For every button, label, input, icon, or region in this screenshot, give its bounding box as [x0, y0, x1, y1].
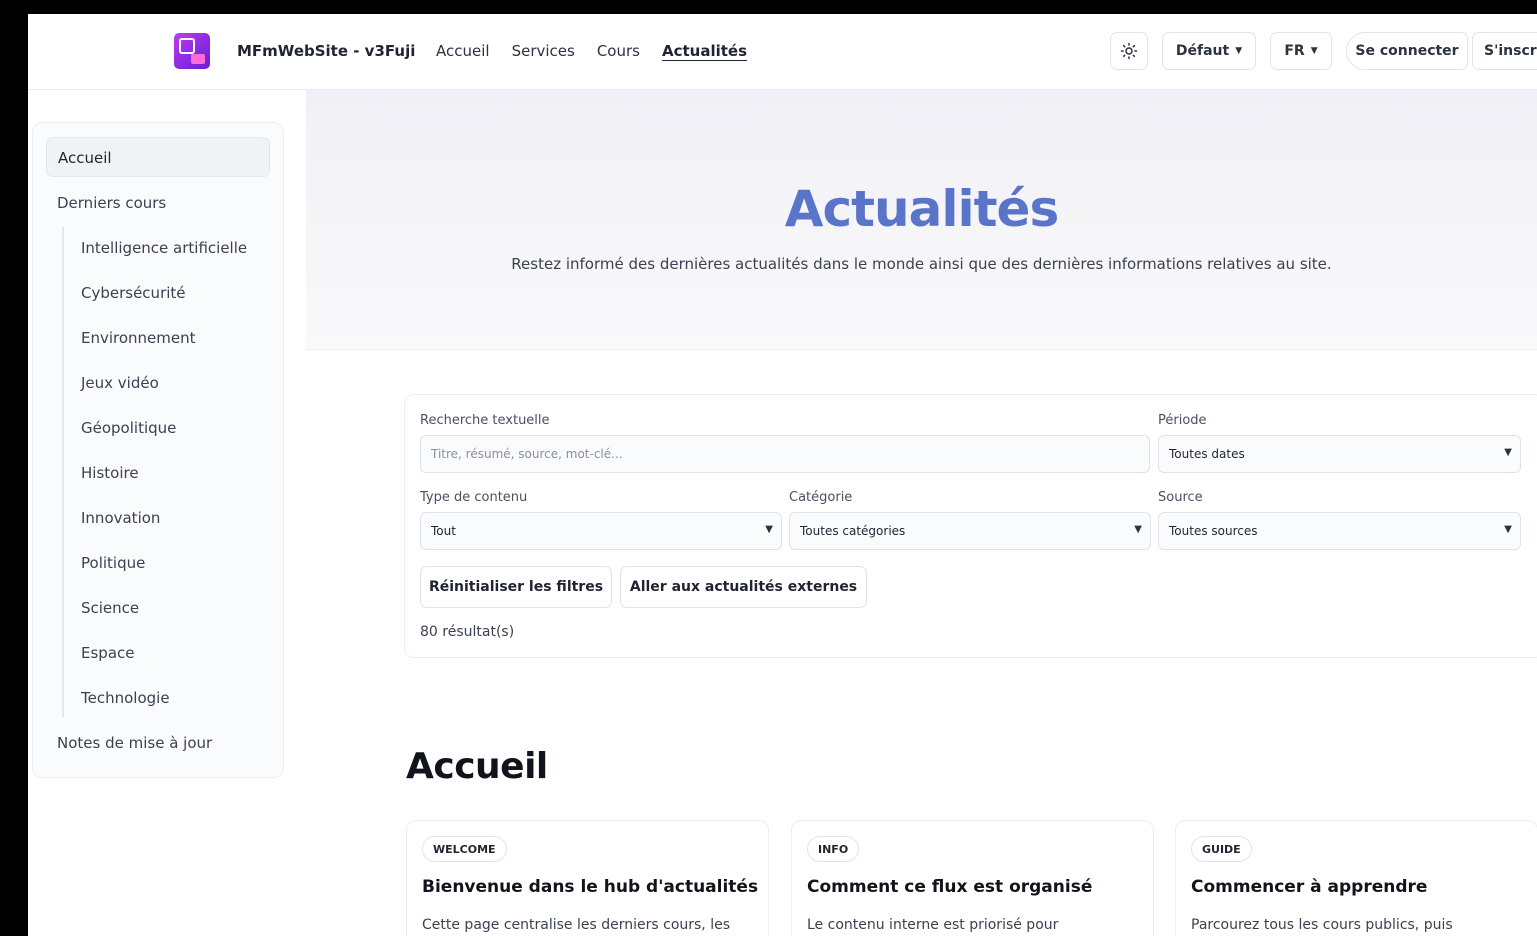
chevron-down-icon: ▼ — [1504, 524, 1512, 535]
chevron-down-icon: ▼ — [1310, 46, 1318, 56]
card-title[interactable]: Comment ce flux est organisé — [807, 877, 1092, 897]
category-select[interactable]: Toutes catégories ▼ — [789, 512, 1151, 550]
card-text: Parcourez tous les cours publics, puis — [1191, 917, 1453, 933]
news-card[interactable]: INFO Comment ce flux est organisé Le con… — [791, 820, 1154, 936]
period-label: Période — [1158, 413, 1207, 428]
sidebar-item-category[interactable]: Environnement — [81, 329, 196, 347]
chevron-down-icon: ▼ — [765, 524, 773, 535]
card-badge: WELCOME — [422, 836, 507, 862]
sun-icon — [1120, 42, 1138, 60]
nav-actualites[interactable]: Actualités — [662, 42, 747, 60]
sidebar-item-category[interactable]: Science — [81, 599, 139, 617]
search-input[interactable]: Titre, résumé, source, mot-clé... — [420, 435, 1150, 473]
sidebar-item-category[interactable]: Intelligence artificielle — [81, 239, 247, 257]
card-text: Cette page centralise les derniers cours… — [422, 917, 731, 933]
page-title: Actualités — [784, 180, 1059, 238]
sidebar-item-category[interactable]: Histoire — [81, 464, 139, 482]
sidebar: Accueil Derniers cours Intelligence arti… — [32, 122, 284, 778]
sidebar-item-accueil[interactable]: Accueil — [46, 137, 270, 177]
news-card[interactable]: WELCOME Bienvenue dans le hub d'actualit… — [406, 820, 769, 936]
chevron-down-icon: ▼ — [1235, 46, 1243, 56]
source-select-value: Toutes sources — [1169, 524, 1258, 538]
main-nav: Accueil Services Cours Actualités — [436, 42, 747, 60]
nav-services[interactable]: Services — [512, 42, 575, 60]
sidebar-item-derniers-cours[interactable]: Derniers cours — [57, 194, 166, 212]
theme-select-button[interactable]: Défaut ▼ — [1162, 32, 1256, 70]
top-navigation-bar: MFmWebSite - v3Fuji Accueil Services Cou… — [28, 14, 1537, 90]
nav-accueil[interactable]: Accueil — [436, 42, 490, 60]
card-title[interactable]: Commencer à apprendre — [1191, 877, 1427, 897]
app-window: MFmWebSite - v3Fuji Accueil Services Cou… — [28, 14, 1537, 936]
login-button[interactable]: Se connecter — [1346, 32, 1468, 70]
chevron-down-icon: ▼ — [1504, 447, 1512, 458]
theme-select-label: Défaut — [1175, 43, 1230, 59]
chevron-down-icon: ▼ — [1134, 524, 1142, 535]
language-select-button[interactable]: FR ▼ — [1270, 32, 1332, 70]
sidebar-item-category[interactable]: Technologie — [81, 689, 170, 707]
sidebar-item-category[interactable]: Cybersécurité — [81, 284, 186, 302]
theme-toggle-button[interactable] — [1110, 32, 1148, 70]
external-news-button[interactable]: Aller aux actualités externes — [620, 566, 867, 608]
card-badge: INFO — [807, 836, 860, 862]
site-logo-icon[interactable] — [174, 33, 210, 69]
language-select-label: FR — [1284, 43, 1305, 59]
filters-panel: Recherche textuelle Titre, résumé, sourc… — [404, 394, 1537, 658]
signup-button[interactable]: S'inscri — [1472, 32, 1537, 70]
reset-filters-button[interactable]: Réinitialiser les filtres — [420, 566, 612, 608]
period-select[interactable]: Toutes dates ▼ — [1158, 435, 1521, 473]
sidebar-item-category[interactable]: Innovation — [81, 509, 160, 527]
category-select-value: Toutes catégories — [800, 524, 906, 538]
search-label: Recherche textuelle — [420, 413, 550, 428]
type-label: Type de contenu — [420, 490, 528, 505]
section-title: Accueil — [406, 746, 548, 787]
sidebar-item-category[interactable]: Géopolitique — [81, 419, 176, 437]
results-count: 80 résultat(s) — [420, 624, 515, 640]
source-select[interactable]: Toutes sources ▼ — [1158, 512, 1521, 550]
page-subtitle: Restez informé des dernières actualités … — [511, 255, 1332, 273]
sidebar-item-category[interactable]: Jeux vidéo — [81, 374, 159, 392]
sidebar-tree-line — [62, 227, 64, 717]
site-name[interactable]: MFmWebSite - v3Fuji — [237, 42, 415, 60]
hero-banner: Actualités Restez informé des dernières … — [306, 90, 1537, 350]
card-title[interactable]: Bienvenue dans le hub d'actualités — [422, 877, 758, 897]
category-label: Catégorie — [789, 490, 853, 505]
type-select-value: Tout — [431, 524, 456, 538]
sidebar-item-notes[interactable]: Notes de mise à jour — [57, 734, 212, 752]
period-select-value: Toutes dates — [1169, 447, 1245, 461]
sidebar-item-category[interactable]: Politique — [81, 554, 145, 572]
sidebar-item-category[interactable]: Espace — [81, 644, 134, 662]
source-label: Source — [1158, 490, 1203, 505]
news-card[interactable]: GUIDE Commencer à apprendre Parcourez to… — [1175, 820, 1537, 936]
card-badge: GUIDE — [1191, 836, 1252, 862]
nav-cours[interactable]: Cours — [597, 42, 640, 60]
type-select[interactable]: Tout ▼ — [420, 512, 782, 550]
card-text: Le contenu interne est priorisé pour — [807, 917, 1059, 933]
